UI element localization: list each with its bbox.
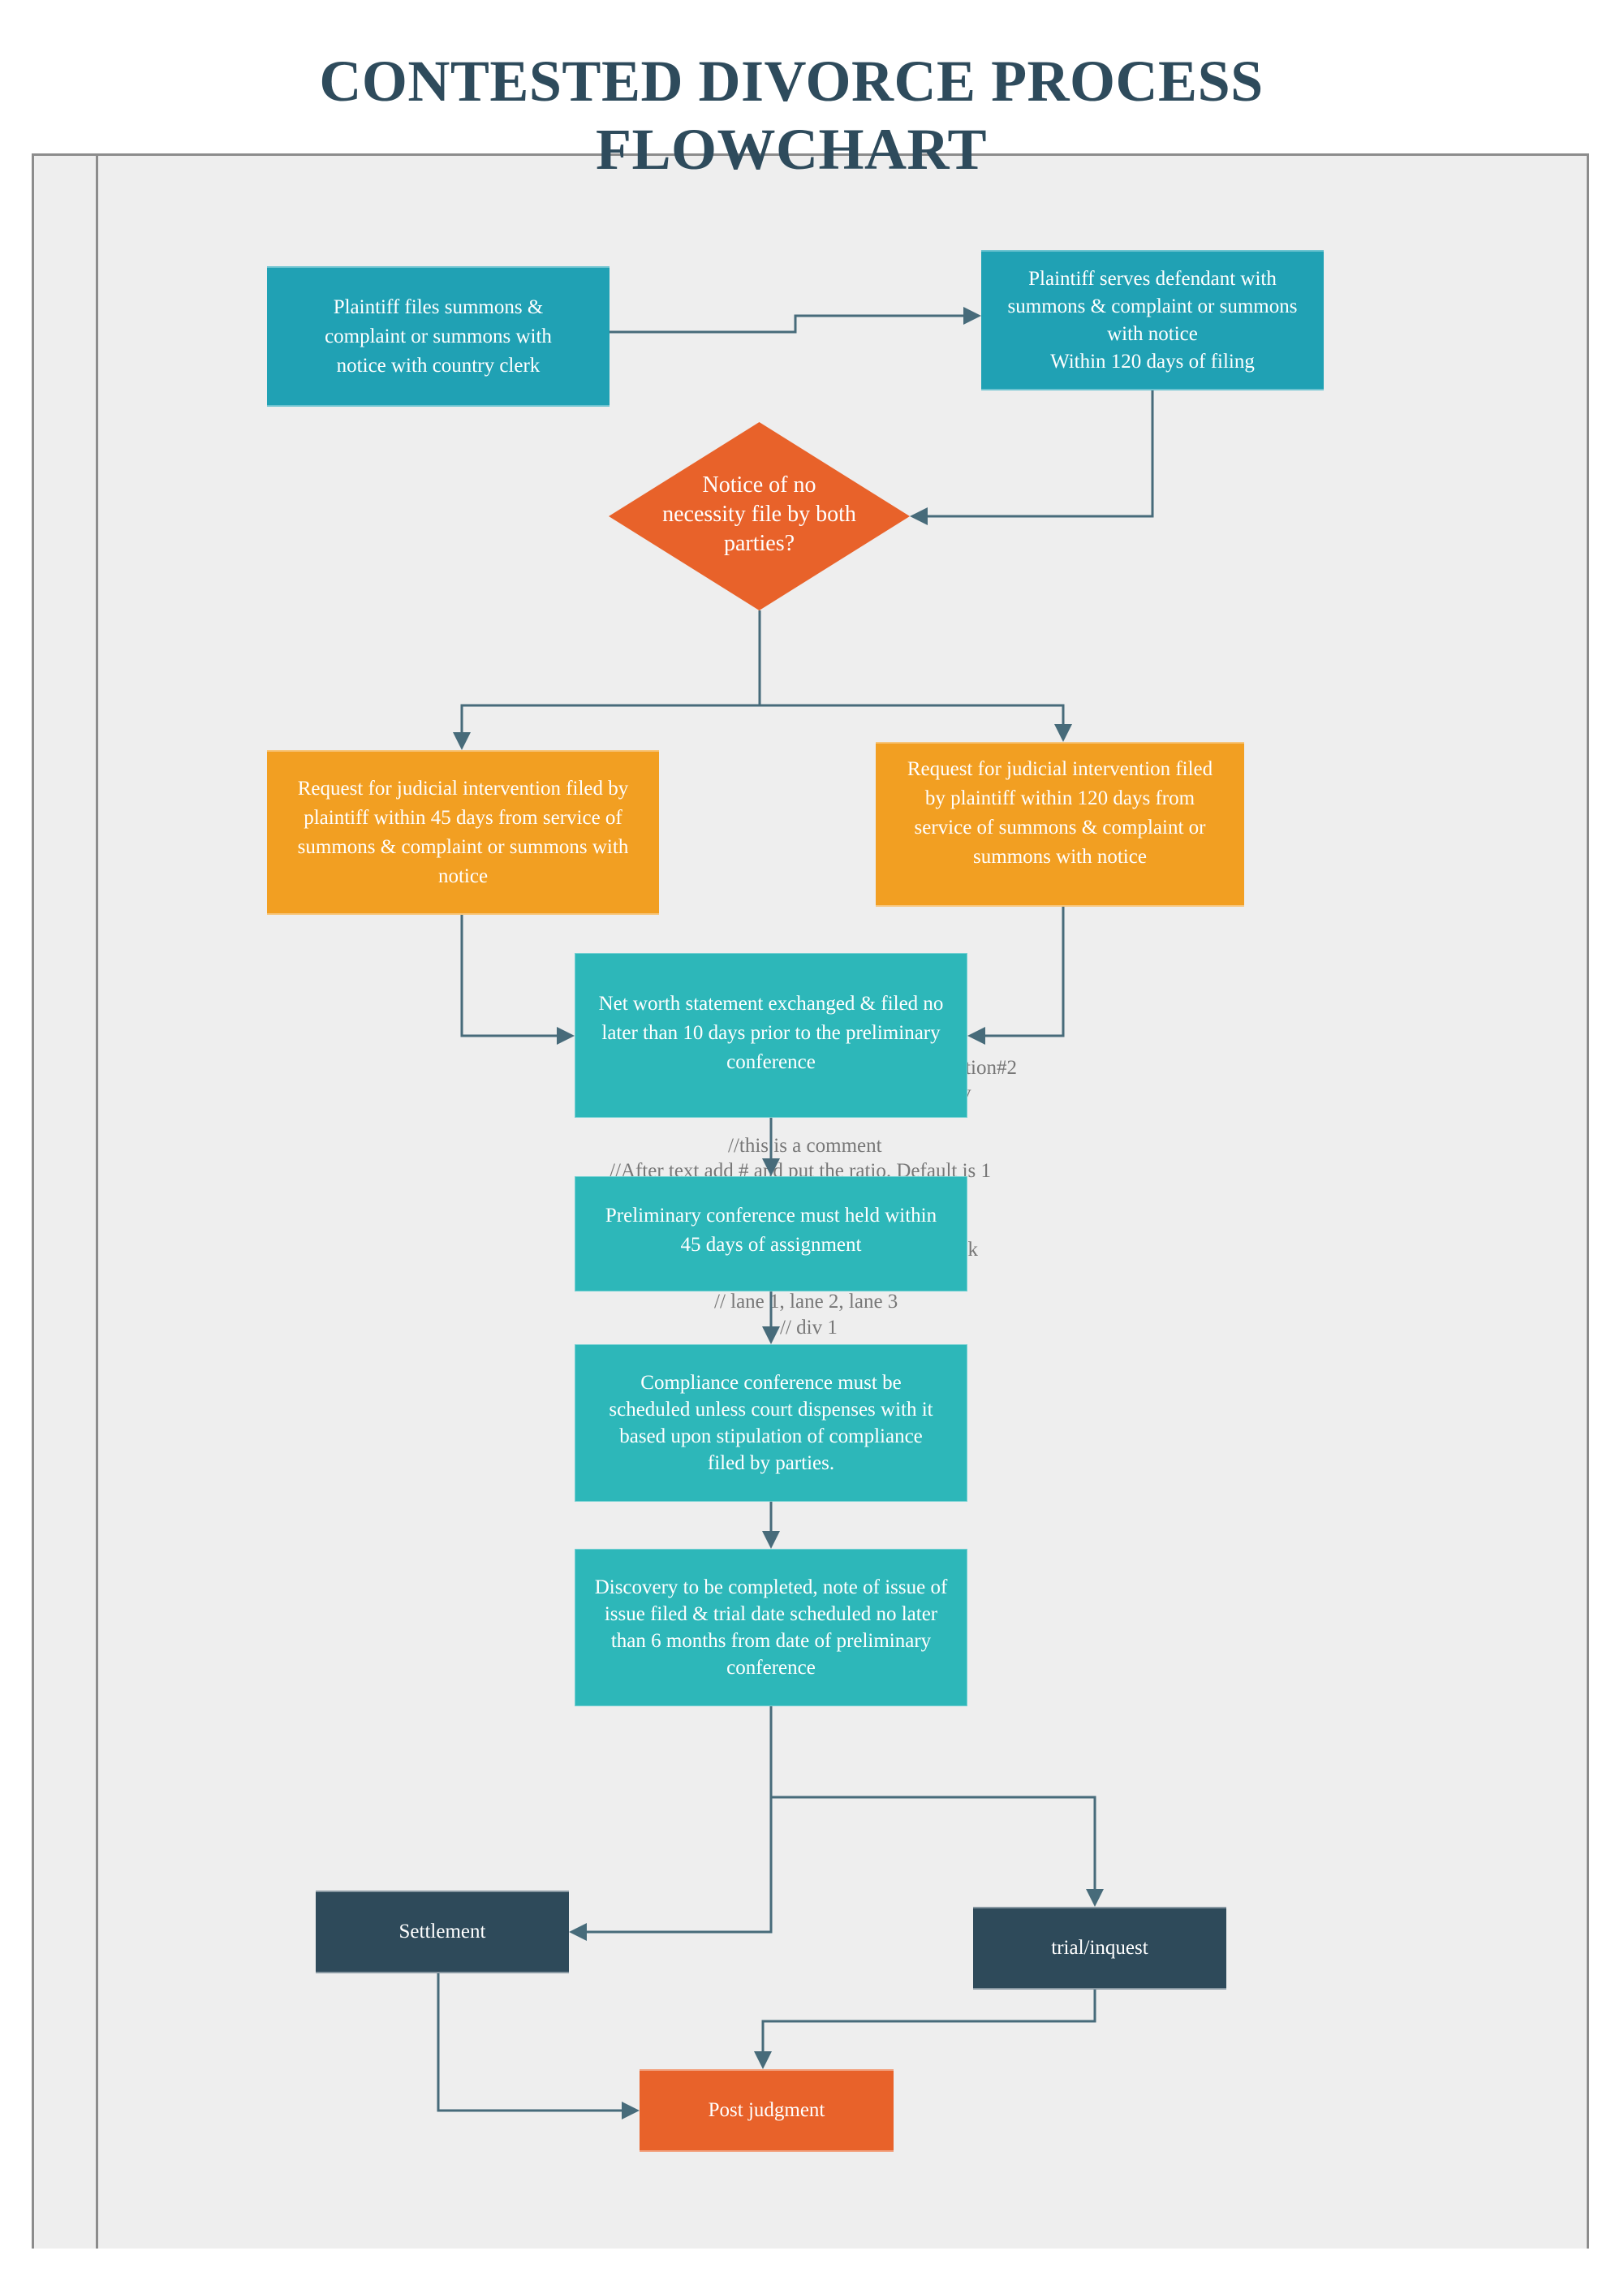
text-line: by plaintiff within 120 days from bbox=[924, 787, 1195, 809]
node-settlement-label: Settlement bbox=[398, 1921, 486, 1943]
node-rji-120-days-text: Request for judicial intervention filed … bbox=[907, 755, 1213, 872]
node-compliance-conference[interactable]: Compliance conference must be scheduled … bbox=[575, 1344, 967, 1502]
text-line: summons with notice bbox=[973, 846, 1147, 868]
text-line: notice bbox=[437, 865, 489, 887]
node-preliminary-conference-text: Preliminary conference must held within … bbox=[605, 1201, 937, 1260]
text-line: conference bbox=[726, 1657, 816, 1679]
text-line: necessity file by both bbox=[662, 502, 856, 527]
text-line: scheduled unless court dispenses with it bbox=[609, 1399, 933, 1421]
lane-header bbox=[34, 156, 96, 2249]
node-decision-text: Notice of no necessity file by both part… bbox=[641, 471, 877, 558]
text-line: parties? bbox=[723, 531, 795, 556]
node-compliance-conference-text: Compliance conference must be scheduled … bbox=[609, 1369, 933, 1477]
comment-this-is-a-comment: //this is a comment bbox=[728, 1135, 882, 1157]
node-rji-45-days[interactable]: Request for judicial intervention filed … bbox=[267, 750, 659, 915]
text-line: than 6 months from date of preliminary bbox=[610, 1630, 932, 1652]
text-line: issue filed & trial date scheduled no la… bbox=[604, 1603, 938, 1625]
text-line: service of summons & complaint or bbox=[914, 817, 1206, 839]
text-line: Net worth statement exchanged & filed no bbox=[598, 993, 944, 1015]
node-plaintiff-files[interactable]: Plaintiff files summons & complaint or s… bbox=[267, 266, 610, 407]
text-line: Preliminary conference must held within bbox=[605, 1205, 937, 1227]
comment-div: // div 1 bbox=[780, 1317, 838, 1339]
node-net-worth-statement-text: Net worth statement exchanged & filed no… bbox=[599, 990, 944, 1077]
node-rji-45-days-text: Request for judicial intervention filed … bbox=[298, 774, 629, 891]
text-line: 45 days of assignment bbox=[680, 1234, 862, 1256]
node-plaintiff-serves[interactable]: Plaintiff serves defendant with summons … bbox=[981, 250, 1324, 390]
text-line: filed by parties. bbox=[707, 1452, 835, 1474]
node-post-judgment[interactable]: Post judgment bbox=[640, 2069, 894, 2152]
node-preliminary-conference[interactable]: Preliminary conference must held within … bbox=[575, 1176, 967, 1291]
node-settlement[interactable]: Settlement bbox=[316, 1891, 569, 1973]
page-title: CONTESTED DIVORCE PROCESS FLOWCHART bbox=[0, 47, 1583, 183]
comment-lanes: // lane 1, lane 2, lane 3 bbox=[714, 1291, 898, 1313]
text-line: Request for judicial intervention filed … bbox=[297, 777, 629, 800]
node-rji-120-days[interactable]: Request for judicial intervention filed … bbox=[876, 742, 1244, 907]
text-line: with notice bbox=[1107, 322, 1198, 345]
title-line-1: CONTESTED DIVORCE PROCESS bbox=[319, 49, 1264, 114]
node-decision[interactable]: Notice of no necessity file by both part… bbox=[609, 422, 910, 610]
node-trial-inquest[interactable]: trial/inquest bbox=[973, 1907, 1226, 1990]
text-line: summons & complaint or summons with bbox=[297, 835, 629, 858]
text-line: Plaintiff serves defendant with bbox=[1028, 267, 1277, 290]
text-line: complaint or summons with bbox=[325, 325, 552, 347]
node-net-worth-statement[interactable]: Net worth statement exchanged & filed no… bbox=[575, 953, 967, 1118]
text-line: Discovery to be completed, note of issue… bbox=[594, 1576, 948, 1598]
node-post-judgment-label: Post judgment bbox=[708, 2099, 825, 2121]
node-plaintiff-serves-text: Plaintiff serves defendant with summons … bbox=[1008, 265, 1298, 376]
node-plaintiff-files-text: Plaintiff files summons & complaint or s… bbox=[325, 293, 552, 381]
text-line: Request for judicial intervention filed bbox=[907, 758, 1213, 780]
node-trial-inquest-label: trial/inquest bbox=[1051, 1937, 1148, 1959]
text-line: notice with country clerk bbox=[336, 354, 541, 377]
text-line: based upon stipulation of compliance bbox=[619, 1425, 923, 1447]
text-line: summons & complaint or summons bbox=[1007, 295, 1298, 317]
title-line-2: FLOWCHART bbox=[596, 117, 987, 182]
text-line: plaintiff within 45 days from service of bbox=[304, 806, 622, 829]
text-line: Notice of no bbox=[702, 472, 816, 498]
text-line: Within 120 days of filing bbox=[1050, 350, 1255, 373]
node-discovery[interactable]: Discovery to be completed, note of issue… bbox=[575, 1549, 967, 1706]
text-line: later than 10 days prior to the prelimin… bbox=[601, 1022, 941, 1044]
text-line: Plaintiff files summons & bbox=[333, 295, 544, 318]
node-discovery-text: Discovery to be completed, note of issue… bbox=[595, 1574, 948, 1681]
lane-divider bbox=[96, 153, 98, 2249]
text-line: Compliance conference must be bbox=[640, 1372, 902, 1394]
text-line: conference bbox=[726, 1051, 816, 1073]
